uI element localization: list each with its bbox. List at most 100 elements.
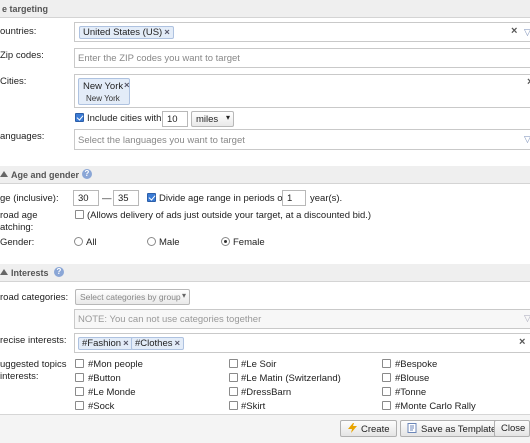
countries-label: ountries: bbox=[0, 26, 37, 37]
save-template-label: Save as Template bbox=[421, 424, 497, 435]
interest-token-label: #Clothes bbox=[135, 338, 173, 349]
remove-token-icon[interactable]: × bbox=[164, 27, 170, 38]
divide-age-label: Divide age range in periods of bbox=[159, 193, 286, 204]
gender-radio-male[interactable] bbox=[147, 237, 156, 246]
suggested-topic: #Button bbox=[88, 373, 121, 384]
remove-token-icon[interactable]: × bbox=[175, 338, 181, 349]
dropdown-arrow-icon[interactable]: ▽ bbox=[524, 134, 530, 145]
period-input[interactable]: 1 bbox=[282, 190, 306, 206]
close-label: Close bbox=[501, 423, 526, 434]
suggested-label-1: uggested topics bbox=[0, 359, 67, 370]
suggested-checkbox[interactable] bbox=[229, 373, 238, 382]
age-from-input[interactable]: 30 bbox=[73, 190, 99, 206]
cities-label: Cities: bbox=[0, 76, 27, 87]
suggested-checkbox[interactable] bbox=[229, 359, 238, 368]
cities-field[interactable]: New York × New York × bbox=[74, 74, 530, 108]
broad-age-label-2: atching: bbox=[0, 222, 34, 233]
city-token-name: New York bbox=[83, 81, 124, 92]
categories-note: NOTE: You can not use categories togethe… bbox=[78, 314, 262, 325]
suggested-topic: #Mon people bbox=[88, 359, 143, 370]
suggested-topic: #DressBarn bbox=[241, 387, 292, 398]
dropdown-arrow-icon: ▽ bbox=[524, 313, 530, 323]
gender-radio-female[interactable] bbox=[221, 237, 230, 246]
suggested-checkbox[interactable] bbox=[382, 401, 391, 410]
divide-age-checkbox[interactable] bbox=[147, 193, 156, 202]
zip-placeholder: Enter the ZIP codes you want to target bbox=[78, 53, 240, 64]
clear-icon[interactable]: × bbox=[511, 25, 517, 37]
languages-placeholder: Select the languages you want to target bbox=[78, 135, 245, 146]
broad-categories-label: road categories: bbox=[0, 292, 69, 303]
interest-token-label: #Fashion bbox=[82, 338, 122, 349]
country-token-label: United States (US) bbox=[83, 27, 163, 38]
include-cities-label: Include cities within bbox=[87, 113, 169, 124]
template-icon bbox=[407, 423, 418, 433]
help-icon[interactable]: ? bbox=[54, 267, 64, 277]
countries-field[interactable]: United States (US) × × ▽ bbox=[74, 22, 530, 42]
broad-categories-select[interactable]: Select categories by group ▾ bbox=[75, 289, 190, 305]
age-gender-section-header[interactable]: Age and gender ? bbox=[0, 166, 530, 184]
gender-option-male: Male bbox=[159, 237, 180, 248]
dropdown-arrow-icon[interactable]: ▽ bbox=[524, 27, 530, 38]
interest-token: #Clothes × bbox=[131, 337, 185, 350]
period-unit: year(s). bbox=[310, 193, 343, 204]
suggested-topic: #Monte Carlo Rally bbox=[395, 401, 476, 412]
section-title: e targeting bbox=[2, 4, 49, 14]
suggested-topic: #Blouse bbox=[395, 373, 430, 384]
gender-option-female: Female bbox=[233, 237, 265, 248]
suggested-checkbox[interactable] bbox=[75, 373, 84, 382]
suggested-topic: #Bespoke bbox=[395, 359, 438, 370]
suggested-topic: #Tonne bbox=[395, 387, 427, 398]
chevron-down-icon: ▾ bbox=[225, 113, 230, 122]
chevron-down-icon: ▾ bbox=[181, 291, 186, 300]
clear-icon[interactable]: × bbox=[519, 336, 525, 348]
broad-categories-value: Select categories by group bbox=[80, 292, 181, 302]
broad-age-checkbox[interactable] bbox=[75, 210, 84, 219]
create-label: Create bbox=[361, 424, 390, 435]
languages-field[interactable]: Select the languages you want to target … bbox=[74, 129, 530, 150]
languages-label: anguages: bbox=[0, 131, 45, 142]
age-separator: — bbox=[102, 193, 112, 204]
include-cities-checkbox[interactable] bbox=[75, 113, 84, 122]
lightning-icon bbox=[347, 423, 358, 433]
broad-age-label-1: road age bbox=[0, 210, 38, 221]
categories-note-field: NOTE: You can not use categories togethe… bbox=[74, 309, 530, 329]
gender-option-all: All bbox=[86, 237, 97, 248]
remove-token-icon[interactable]: × bbox=[123, 338, 129, 349]
age-to-input[interactable]: 35 bbox=[113, 190, 139, 206]
zip-input[interactable]: Enter the ZIP codes you want to target bbox=[74, 48, 530, 68]
interest-token: #Fashion × bbox=[78, 337, 133, 350]
suggested-checkbox[interactable] bbox=[229, 401, 238, 410]
section-title: Age and gender bbox=[11, 170, 80, 180]
suggested-topic: #Skirt bbox=[241, 401, 266, 412]
suggested-checkbox[interactable] bbox=[382, 373, 391, 382]
interests-section-header[interactable]: Interests ? bbox=[0, 264, 530, 282]
collapse-triangle-icon bbox=[0, 269, 8, 275]
suggested-checkbox[interactable] bbox=[75, 359, 84, 368]
radius-input[interactable]: 10 bbox=[162, 111, 188, 127]
help-icon[interactable]: ? bbox=[82, 169, 92, 179]
close-button[interactable]: Close bbox=[494, 420, 530, 437]
precise-interests-field[interactable]: #Fashion × #Clothes × × bbox=[74, 333, 530, 353]
suggested-topic: #Sock bbox=[88, 401, 115, 412]
section-title: Interests bbox=[11, 268, 49, 278]
broad-age-text: (Allows delivery of ads just outside you… bbox=[87, 210, 372, 221]
suggested-topic: #Le Soir bbox=[241, 359, 277, 370]
suggested-checkbox[interactable] bbox=[75, 401, 84, 410]
radius-unit-select[interactable]: miles ▾ bbox=[191, 111, 234, 127]
create-button[interactable]: Create bbox=[340, 420, 397, 437]
save-template-button[interactable]: Save as Template bbox=[400, 420, 504, 437]
radius-unit-value: miles bbox=[196, 114, 219, 125]
remove-city-icon[interactable]: × bbox=[124, 80, 130, 91]
suggested-checkbox[interactable] bbox=[382, 359, 391, 368]
suggested-checkbox[interactable] bbox=[382, 387, 391, 396]
suggested-topic: #Le Matin (Switzerland) bbox=[241, 373, 341, 384]
age-label: ge (inclusive): bbox=[0, 193, 59, 204]
gender-radio-all[interactable] bbox=[74, 237, 83, 246]
suggested-label-2: interests: bbox=[0, 371, 39, 382]
suggested-checkbox[interactable] bbox=[229, 387, 238, 396]
precise-interests-label: recise interests: bbox=[0, 335, 67, 346]
city-token: New York × New York bbox=[78, 78, 130, 105]
city-token-sub: New York bbox=[86, 94, 120, 103]
suggested-checkbox[interactable] bbox=[75, 387, 84, 396]
gender-label: Gender: bbox=[0, 237, 35, 248]
